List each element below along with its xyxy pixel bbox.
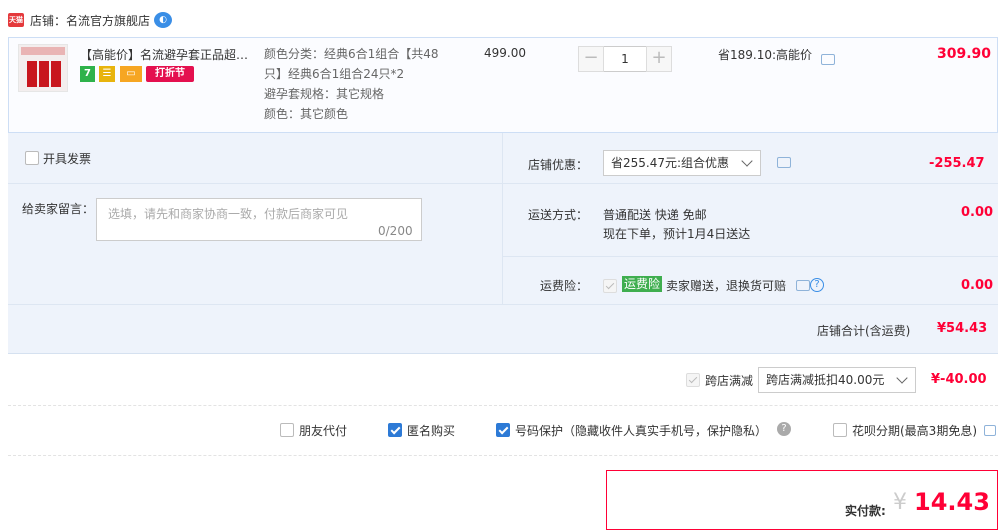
cross-store-select[interactable]: 跨店满减抵扣40.00元 bbox=[758, 367, 916, 393]
friend-pay-checkbox[interactable] bbox=[280, 423, 294, 437]
anonymous-checkbox[interactable] bbox=[388, 423, 402, 437]
pay-amount: 14.43 bbox=[914, 488, 990, 516]
guarantee-icon: ☰ bbox=[99, 66, 115, 82]
credit-card-icon: ▭ bbox=[120, 66, 142, 82]
quantity-decrease-button[interactable]: − bbox=[578, 46, 604, 72]
phone-protect-checkbox[interactable] bbox=[496, 423, 510, 437]
shipping-eta: 现在下单，预计1月4日送达 bbox=[603, 227, 751, 241]
invoice-label: 开具发票 bbox=[43, 152, 92, 166]
huabei-checkbox[interactable] bbox=[833, 423, 847, 437]
shop-name[interactable]: 店铺：名流官方旗舰店 bbox=[30, 12, 150, 29]
cross-store-checkbox bbox=[686, 373, 700, 387]
invoice-checkbox[interactable] bbox=[25, 151, 39, 165]
sku-line-4: 颜色：其它颜色 bbox=[264, 107, 349, 121]
insurance-checkbox bbox=[603, 279, 617, 293]
product-title[interactable]: 【高能价】名流避孕套正品超薄... bbox=[80, 46, 256, 63]
tmall-icon: 天猫 bbox=[8, 13, 24, 27]
sale-festival-badge: 打折节 bbox=[146, 66, 194, 82]
cross-store-selected: 跨店满减抵扣40.00元 bbox=[766, 373, 885, 387]
quantity-increase-button[interactable]: + bbox=[646, 46, 672, 72]
huabei-label: 花呗分期(最高3期免息) bbox=[852, 424, 977, 438]
huabei-info-icon[interactable] bbox=[984, 425, 996, 436]
unit-price: 499.00 bbox=[484, 46, 526, 60]
phone-protect-label: 号码保护（隐藏收件人真实手机号，保护隐私） bbox=[515, 424, 768, 438]
message-label: 给卖家留言： bbox=[22, 202, 95, 216]
discount-amount: -255.47 bbox=[929, 156, 985, 171]
item-subtotal: 309.90 bbox=[937, 46, 992, 62]
panel-divider bbox=[502, 133, 503, 304]
wangwang-chat-icon[interactable]: ◐ bbox=[154, 12, 172, 28]
discount-info-icon[interactable] bbox=[777, 157, 791, 168]
insurance-amount: 0.00 bbox=[961, 278, 994, 293]
insurance-badge: 运费险 bbox=[622, 276, 663, 292]
divider bbox=[503, 256, 998, 257]
friend-pay-label: 朋友代付 bbox=[299, 424, 348, 438]
shop-total-amount: ¥54.43 bbox=[937, 321, 988, 336]
sku-line-2: 只】经典6合1组合24只*2 bbox=[264, 67, 405, 81]
insurance-info-icon[interactable] bbox=[796, 280, 810, 291]
message-placeholder: 选填，请先和商家协商一致，付款后商家可见 bbox=[108, 207, 349, 221]
quantity-input[interactable]: 1 bbox=[604, 46, 646, 72]
discount-label: 店铺优惠： bbox=[528, 158, 589, 172]
seven-day-return-icon: 7 bbox=[80, 66, 95, 82]
shipping-amount: 0.00 bbox=[961, 205, 994, 220]
promo-info-icon[interactable] bbox=[821, 54, 835, 65]
divider bbox=[8, 183, 503, 184]
insurance-text: 卖家赠送，退换货可赔 bbox=[666, 279, 787, 293]
divider bbox=[8, 405, 998, 406]
shipping-label: 运送方式： bbox=[528, 208, 589, 222]
divider bbox=[503, 183, 998, 184]
pay-currency: ¥ bbox=[893, 490, 907, 515]
pay-label: 实付款: bbox=[845, 504, 886, 518]
shipping-method: 普通配送 快递 免邮 bbox=[603, 208, 707, 222]
shop-total-label: 店铺合计(含运费) bbox=[817, 324, 911, 338]
sku-line-3: 避孕套规格：其它规格 bbox=[264, 87, 385, 101]
cross-store-amount: ¥-40.00 bbox=[931, 372, 987, 387]
divider bbox=[8, 455, 998, 456]
sku-line-1: 颜色分类：经典6合1组合【共48 bbox=[264, 47, 439, 61]
insurance-label: 运费险： bbox=[540, 279, 589, 293]
anonymous-label: 匿名购买 bbox=[407, 424, 456, 438]
cross-store-label: 跨店满减 bbox=[705, 374, 754, 388]
product-thumbnail[interactable] bbox=[18, 44, 68, 92]
item-promotion: 省189.10:高能价 bbox=[718, 48, 813, 62]
discount-selected: 省255.47元:组合优惠 bbox=[611, 156, 730, 170]
help-icon[interactable]: ? bbox=[777, 422, 791, 436]
message-char-count: 0/200 bbox=[378, 224, 413, 238]
discount-select[interactable]: 省255.47元:组合优惠 bbox=[603, 150, 761, 176]
help-icon[interactable]: ? bbox=[810, 278, 824, 292]
